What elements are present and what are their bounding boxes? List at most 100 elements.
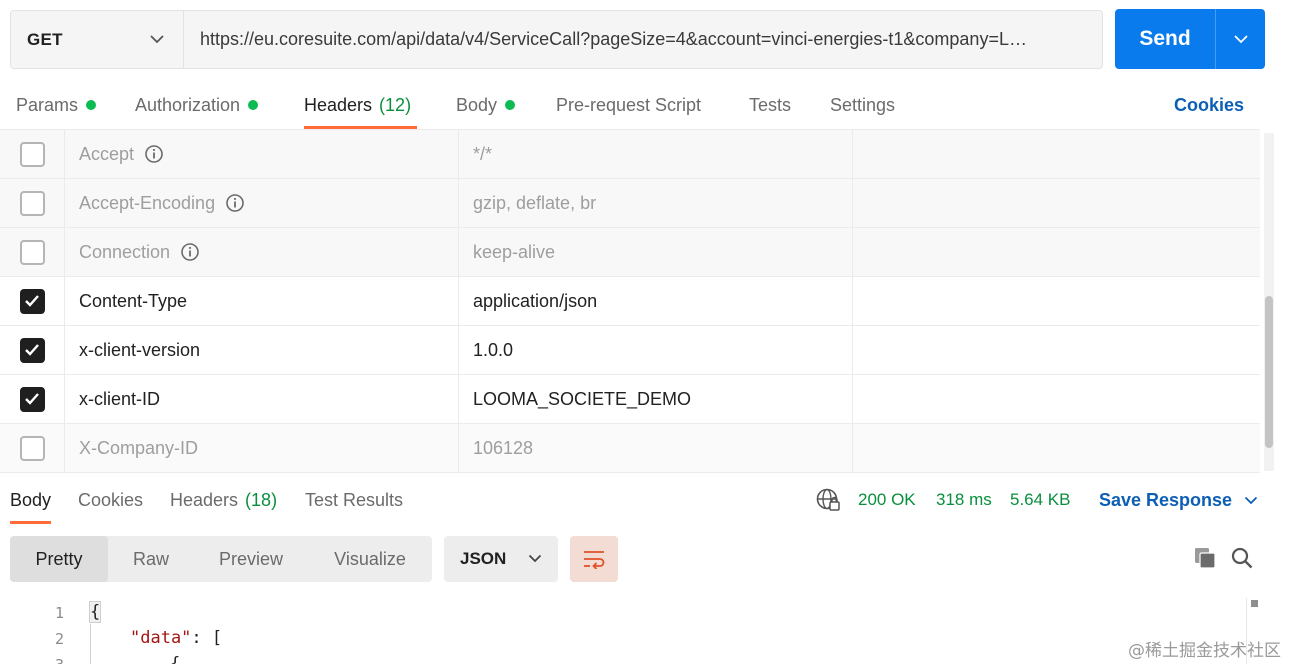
checkbox-cell xyxy=(0,179,65,227)
header-row: Content-Type application/json xyxy=(0,277,1260,326)
cookies-link[interactable]: Cookies xyxy=(1174,80,1244,130)
header-value-cell[interactable]: LOOMA_SOCIETE_DEMO xyxy=(459,375,853,423)
tab-test-results[interactable]: Test Results xyxy=(305,476,403,524)
view-visualize-button[interactable]: Visualize xyxy=(308,536,432,582)
response-bar: Body Cookies Headers (18) Test Results 20… xyxy=(0,476,1280,526)
tab-pre-request-script[interactable]: Pre-request Script xyxy=(556,80,701,130)
info-icon[interactable] xyxy=(144,144,164,164)
tab-params[interactable]: Params xyxy=(16,80,97,130)
header-checkbox[interactable] xyxy=(19,386,45,412)
header-key: Content-Type xyxy=(79,290,188,311)
header-key-cell[interactable]: Accept-Encoding xyxy=(65,179,459,227)
header-row: x-client-ID LOOMA_SOCIETE_DEMO xyxy=(0,375,1260,424)
header-description-cell[interactable] xyxy=(853,424,1260,472)
header-row: Accept-Encoding gzip, deflate, br xyxy=(0,179,1260,228)
view-preview-button[interactable]: Preview xyxy=(194,536,308,582)
chevron-down-icon xyxy=(528,550,542,568)
header-checkbox[interactable] xyxy=(19,190,45,216)
wrap-lines-button[interactable] xyxy=(570,536,618,582)
header-value: 1.0.0 xyxy=(473,339,514,360)
tab-settings[interactable]: Settings xyxy=(830,80,895,130)
method-select[interactable]: GET xyxy=(11,11,184,68)
header-value-cell[interactable]: application/json xyxy=(459,277,853,325)
code-line-3: { xyxy=(170,654,181,664)
request-bar: GET https://eu.coresuite.com/api/data/v4… xyxy=(10,10,1103,69)
view-raw-button[interactable]: Raw xyxy=(108,536,194,582)
header-value-cell[interactable]: */* xyxy=(459,130,853,178)
line-number: 1 xyxy=(54,604,64,622)
header-value-cell[interactable]: 1.0.0 xyxy=(459,326,853,374)
header-key-cell[interactable]: X-Company-ID xyxy=(65,424,459,472)
header-key-cell[interactable]: x-client-version xyxy=(65,326,459,374)
info-icon[interactable] xyxy=(225,193,245,213)
json-punctuation: : [ xyxy=(191,628,223,648)
header-description-cell[interactable] xyxy=(853,375,1260,423)
save-response-button[interactable]: Save Response xyxy=(1099,476,1258,524)
tab-headers[interactable]: Headers (12) xyxy=(304,80,418,130)
response-time[interactable]: 318 ms xyxy=(936,476,992,524)
tab-response-headers[interactable]: Headers (18) xyxy=(170,476,277,524)
url-input[interactable]: https://eu.coresuite.com/api/data/v4/Ser… xyxy=(184,11,1102,68)
code-scrollbar-arrow[interactable] xyxy=(1251,600,1258,607)
header-value: keep-alive xyxy=(473,241,556,262)
watermark: @稀土掘金技术社区 xyxy=(1128,641,1281,661)
save-response-label: Save Response xyxy=(1099,489,1233,510)
header-key-cell[interactable]: Connection xyxy=(65,228,459,276)
tab-response-body[interactable]: Body xyxy=(10,476,52,524)
format-label: JSON xyxy=(460,549,507,568)
header-value-cell[interactable]: 106128 xyxy=(459,424,853,472)
header-value-cell[interactable]: keep-alive xyxy=(459,228,853,276)
wrap-lines-icon xyxy=(584,551,605,569)
tab-label: Body xyxy=(10,489,52,510)
headers-scrollbar-thumb[interactable] xyxy=(1265,296,1273,448)
tab-response-cookies[interactable]: Cookies xyxy=(78,476,143,524)
tab-label: Settings xyxy=(830,94,896,115)
header-key-cell[interactable]: Content-Type xyxy=(65,277,459,325)
header-description-cell[interactable] xyxy=(853,277,1260,325)
header-key: X-Company-ID xyxy=(79,437,199,458)
headers-table: Accept */* Accept-Encoding gzip, deflate… xyxy=(0,129,1260,474)
code-line-1: { xyxy=(88,601,102,623)
format-select[interactable]: JSON xyxy=(444,536,558,582)
header-description-cell[interactable] xyxy=(853,326,1260,374)
header-row: X-Company-ID 106128 xyxy=(0,424,1260,473)
copy-icon[interactable] xyxy=(1193,546,1217,575)
checkmark-icon xyxy=(25,344,39,356)
search-icon[interactable] xyxy=(1230,546,1254,575)
header-key-cell[interactable]: x-client-ID xyxy=(65,375,459,423)
tab-label: Body xyxy=(456,94,498,115)
tab-count: (18) xyxy=(245,489,278,510)
tab-body[interactable]: Body xyxy=(456,80,516,130)
checkbox-cell xyxy=(0,228,65,276)
globe-lock-icon[interactable] xyxy=(815,476,841,524)
header-key: x-client-version xyxy=(79,339,201,360)
response-size[interactable]: 5.64 KB xyxy=(1010,476,1071,524)
view-pretty-button[interactable]: Pretty xyxy=(10,536,108,582)
send-button[interactable]: Send xyxy=(1115,9,1265,69)
tab-authorization[interactable]: Authorization xyxy=(135,80,259,130)
header-checkbox[interactable] xyxy=(19,288,45,314)
header-description-cell[interactable] xyxy=(853,228,1260,276)
header-description-cell[interactable] xyxy=(853,179,1260,227)
header-checkbox[interactable] xyxy=(19,141,45,167)
checkbox-cell xyxy=(0,375,65,423)
chevron-down-icon xyxy=(1244,496,1258,505)
header-key-cell[interactable]: Accept xyxy=(65,130,459,178)
tab-label: Authorization xyxy=(135,94,241,115)
header-value-cell[interactable]: gzip, deflate, br xyxy=(459,179,853,227)
chevron-down-icon xyxy=(149,31,165,49)
header-checkbox[interactable] xyxy=(19,435,45,461)
header-value: LOOMA_SOCIETE_DEMO xyxy=(473,388,692,409)
info-icon[interactable] xyxy=(180,242,200,262)
checkmark-icon xyxy=(25,393,39,405)
tab-tests[interactable]: Tests xyxy=(749,80,791,130)
code-line-2: "data": [ xyxy=(130,628,222,648)
status-dot-icon xyxy=(505,100,516,110)
header-checkbox[interactable] xyxy=(19,337,45,363)
header-checkbox[interactable] xyxy=(19,239,45,265)
header-description-cell[interactable] xyxy=(853,130,1260,178)
send-options-chevron-icon[interactable] xyxy=(1216,34,1265,44)
response-body-viewer[interactable]: 1 2 3 { "data": [ { xyxy=(0,596,1280,664)
line-number: 2 xyxy=(54,630,64,648)
status-code[interactable]: 200 OK xyxy=(858,476,916,524)
